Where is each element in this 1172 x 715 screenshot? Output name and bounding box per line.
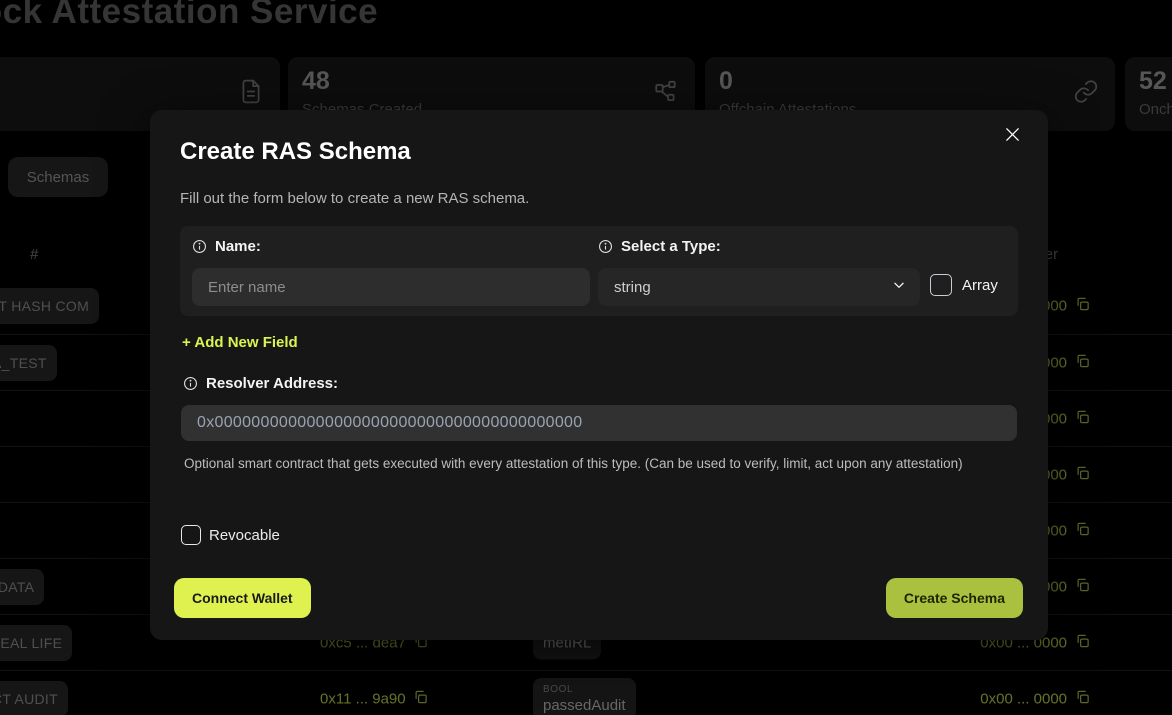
resolver-field-label: Resolver Address: — [183, 375, 338, 392]
type-field-label: Select a Type: — [598, 238, 721, 255]
add-new-field-link[interactable]: + Add New Field — [182, 334, 298, 351]
revocable-checkbox[interactable] — [181, 525, 201, 545]
close-icon[interactable] — [1002, 124, 1022, 144]
revocable-checkbox-label: Revocable — [209, 527, 280, 544]
name-field-label: Name: — [192, 238, 261, 255]
info-icon — [183, 376, 198, 391]
create-schema-button[interactable]: Create Schema — [886, 578, 1023, 618]
array-checkbox[interactable] — [930, 274, 952, 296]
modal-title: Create RAS Schema — [180, 138, 411, 166]
create-schema-modal: Create RAS Schema Fill out the form belo… — [150, 110, 1048, 640]
type-select[interactable]: string — [598, 268, 920, 306]
app-viewport: Rootstock Attestation Service 48 Schemas… — [0, 0, 1172, 715]
field-row-panel: Name: Select a Type: string Array — [180, 226, 1018, 316]
modal-subtitle: Fill out the form below to create a new … — [180, 190, 529, 207]
resolver-help-text: Optional smart contract that gets execut… — [184, 454, 986, 474]
name-input[interactable] — [192, 268, 590, 306]
resolver-address-input[interactable] — [181, 405, 1017, 441]
info-icon — [192, 239, 207, 254]
chevron-down-icon — [892, 278, 906, 296]
info-icon — [598, 239, 613, 254]
array-checkbox-label: Array — [962, 277, 998, 294]
connect-wallet-button[interactable]: Connect Wallet — [174, 578, 311, 618]
type-select-value: string — [614, 279, 651, 296]
